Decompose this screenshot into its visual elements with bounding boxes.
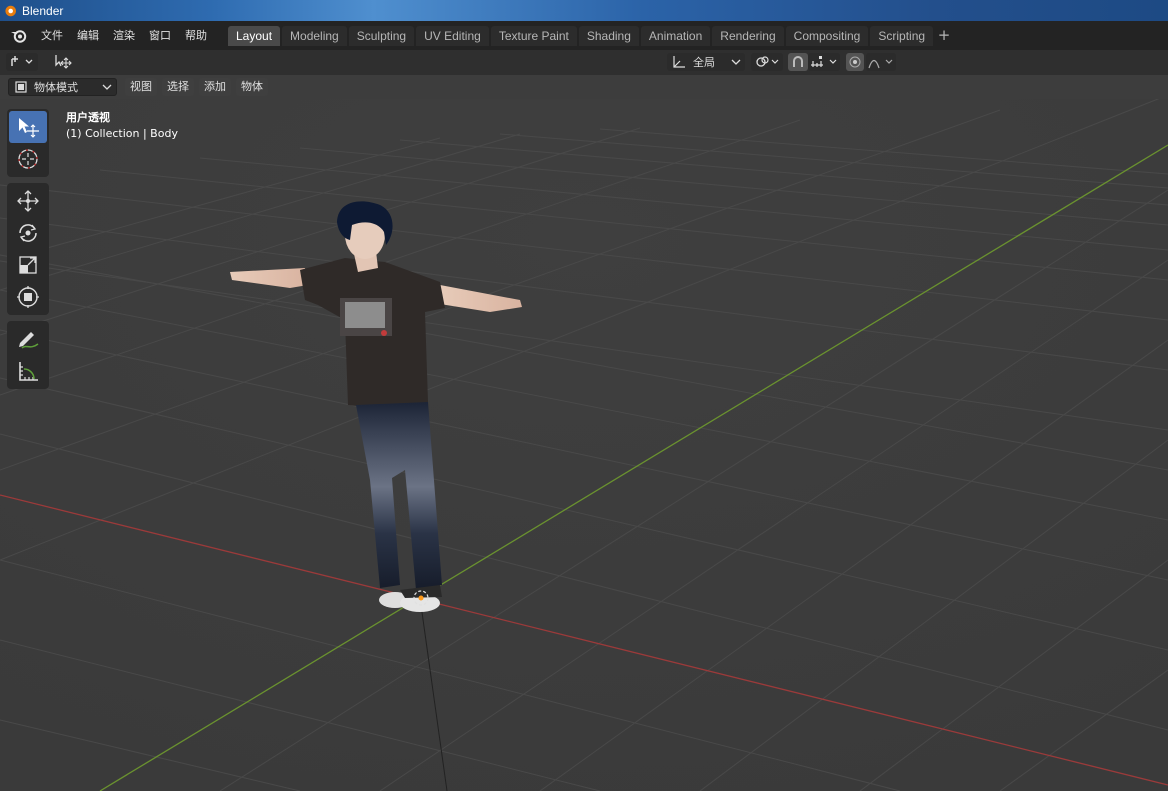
window-title: Blender bbox=[22, 3, 64, 18]
pivot-point-dropdown[interactable] bbox=[751, 53, 783, 71]
menu-edit[interactable]: 编辑 bbox=[70, 26, 106, 46]
tab-animation[interactable]: Animation bbox=[640, 25, 711, 46]
menu-render[interactable]: 渲染 bbox=[106, 26, 142, 46]
orientation-label: 全局 bbox=[693, 56, 715, 69]
annotate-tools bbox=[7, 321, 49, 389]
menu-window[interactable]: 窗口 bbox=[142, 26, 178, 46]
transform-orientation-dropdown[interactable]: 全局 bbox=[667, 53, 745, 71]
measure-icon bbox=[19, 362, 38, 381]
object-mode-icon bbox=[15, 81, 27, 93]
mode-label: 物体模式 bbox=[34, 81, 78, 94]
snap-toggle[interactable] bbox=[788, 53, 808, 71]
proportional-edit-toggle[interactable] bbox=[846, 53, 864, 71]
transform-tools bbox=[7, 183, 49, 315]
mode-dropdown[interactable]: 物体模式 bbox=[8, 78, 117, 96]
rotate-tool[interactable] bbox=[9, 217, 47, 249]
rotate-icon bbox=[19, 224, 37, 242]
viewport-grid bbox=[0, 99, 1168, 791]
tool-shelf bbox=[7, 109, 49, 395]
snap-icon bbox=[793, 56, 803, 67]
tab-uv-editing[interactable]: UV Editing bbox=[416, 25, 489, 46]
move-tool[interactable] bbox=[9, 185, 47, 217]
cursor-tool[interactable] bbox=[9, 143, 47, 175]
scale-icon bbox=[19, 256, 37, 274]
blender-logo-icon[interactable] bbox=[6, 27, 32, 45]
annotate-icon bbox=[19, 332, 39, 349]
menu-view[interactable]: 视图 bbox=[125, 78, 157, 96]
add-workspace-button[interactable]: + bbox=[935, 26, 953, 46]
scale-tool[interactable] bbox=[9, 249, 47, 281]
move-icon bbox=[17, 190, 39, 212]
object-transform-icon[interactable] bbox=[50, 53, 76, 71]
tab-texture-paint[interactable]: Texture Paint bbox=[490, 25, 577, 46]
mode-header: 物体模式 视图 选择 添加 物体 bbox=[0, 75, 1168, 99]
menu-add[interactable]: 添加 bbox=[199, 78, 231, 96]
proportional-edit-icon bbox=[849, 56, 861, 68]
chevron-down-icon bbox=[102, 84, 112, 90]
menu-object[interactable]: 物体 bbox=[236, 78, 268, 96]
top-bar: 文件 编辑 渲染 窗口 帮助 Layout Modeling Sculpting… bbox=[0, 21, 1168, 50]
tab-modeling[interactable]: Modeling bbox=[282, 25, 347, 46]
tab-layout[interactable]: Layout bbox=[228, 25, 281, 46]
blender-app-icon bbox=[3, 3, 17, 18]
transform-tool[interactable] bbox=[9, 281, 47, 313]
orientation-icon bbox=[673, 56, 685, 68]
tab-sculpting[interactable]: Sculpting bbox=[348, 25, 415, 46]
select-box-icon bbox=[19, 118, 39, 138]
measure-tool[interactable] bbox=[9, 355, 47, 387]
main-menu: 文件 编辑 渲染 窗口 帮助 bbox=[34, 26, 214, 46]
falloff-icon bbox=[868, 59, 893, 69]
window-titlebar: Blender bbox=[0, 0, 1168, 21]
tool-header: 全局 bbox=[0, 50, 1168, 75]
select-tools bbox=[7, 109, 49, 177]
snap-increment-dropdown[interactable] bbox=[808, 53, 840, 71]
view-name: 用户透视 bbox=[66, 111, 110, 124]
annotate-tool[interactable] bbox=[9, 323, 47, 355]
tab-scripting[interactable]: Scripting bbox=[870, 25, 934, 46]
editor-type-dropdown[interactable] bbox=[6, 53, 38, 71]
pivot-icon bbox=[756, 56, 779, 67]
3d-viewport[interactable] bbox=[0, 99, 1168, 791]
tab-shading[interactable]: Shading bbox=[578, 25, 639, 46]
chevron-down-icon bbox=[731, 59, 741, 65]
proportional-falloff-dropdown[interactable] bbox=[866, 53, 896, 71]
menu-select[interactable]: 选择 bbox=[162, 78, 194, 96]
menu-help[interactable]: 帮助 bbox=[178, 26, 214, 46]
select-box-tool[interactable] bbox=[9, 111, 47, 143]
menu-file[interactable]: 文件 bbox=[34, 26, 70, 46]
snap-increment-icon bbox=[811, 56, 837, 67]
tab-rendering[interactable]: Rendering bbox=[712, 25, 784, 46]
tab-compositing[interactable]: Compositing bbox=[785, 25, 869, 46]
workspace-tabs: Layout Modeling Sculpting UV Editing Tex… bbox=[228, 25, 953, 46]
transform-icon bbox=[17, 286, 39, 308]
editor-type-icon bbox=[11, 56, 33, 66]
cursor-icon bbox=[18, 149, 38, 169]
collection-info: (1) Collection | Body bbox=[66, 127, 178, 140]
